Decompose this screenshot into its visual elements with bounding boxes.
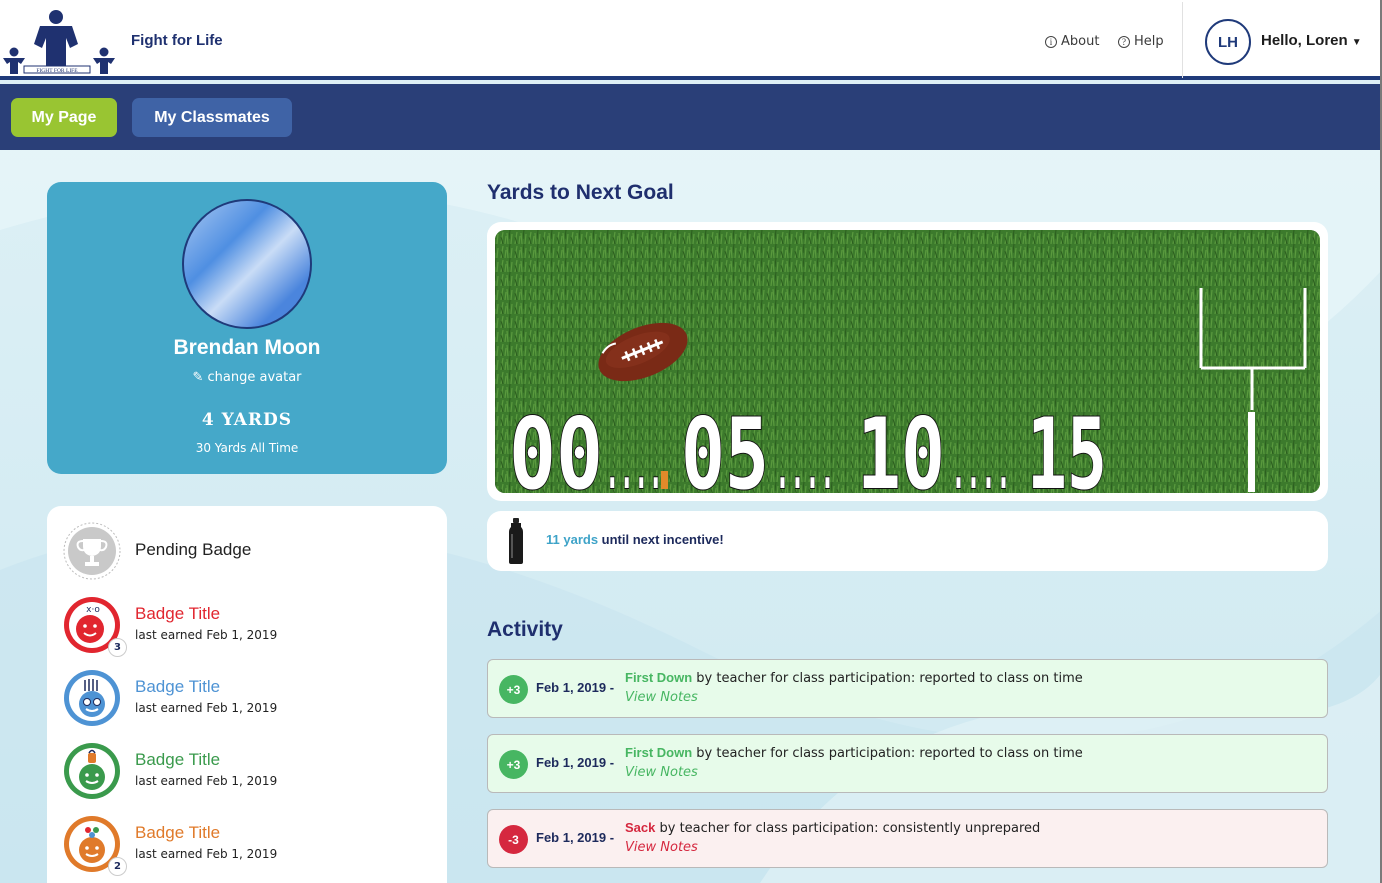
goal-heading: Yards to Next Goal [487,181,674,204]
goal-post-base [1248,412,1255,492]
pencil-icon: ✎ [192,370,204,385]
football-field: 00 .... 05 .... 10 .... 15 [495,230,1320,493]
nav-band: My Page My Classmates [0,84,1382,150]
badge-title: Badge Title [135,604,221,623]
change-avatar-label: change avatar [207,370,302,385]
fight-for-life-logo[interactable]: FIGHT FOR LIFE [0,8,122,74]
info-icon: i [1045,35,1057,48]
badge-count: 3 [108,638,127,657]
top-header: FIGHT FOR LIFE Fight for Life i About ? … [0,0,1382,80]
progress-marker [661,471,668,489]
yard-marker-15: 15 [1027,398,1107,493]
badge-title: Badge Title [135,750,221,769]
badge-row[interactable]: Badge Title last earned Feb 1, 2019 [47,669,447,731]
caret-down-icon: ▼ [1351,37,1362,48]
brand-name[interactable]: Fight for Life [131,32,223,49]
header-divider [1182,2,1183,78]
student-name: Brendan Moon [173,336,321,359]
yard-marker-05: 05 [681,398,769,493]
incentive-bar: 11 yards until next incentive! [487,511,1328,571]
help-label: Help [1134,34,1164,49]
tab-my-classmates[interactable]: My Classmates [132,98,292,137]
badge-row[interactable]: 2 Badge Title last earned Feb 1, 2019 [47,815,447,877]
view-notes-link[interactable]: View Notes [625,690,698,705]
badge-count: 2 [108,857,127,876]
user-menu[interactable]: Hello, Loren ▼ [1261,32,1362,49]
badge-last-earned: last earned Feb 1, 2019 [135,774,278,788]
pending-badge-label: Pending Badge [135,540,252,559]
svg-text:x·o: x·o [86,605,100,615]
badge-title: Badge Title [135,823,221,842]
activity-detail: by teacher for class participation: repo… [692,671,1083,686]
field-graphic: 00 .... 05 .... 10 .... 15 [495,230,1320,493]
trophy-icon [63,522,121,580]
change-avatar-link[interactable]: ✎ change avatar [47,370,447,385]
view-notes-link[interactable]: View Notes [625,765,698,780]
pending-badge-row[interactable]: Pending Badge [47,522,447,584]
activity-desc: Sack by teacher for class participation:… [625,820,1040,836]
incentive-yards: 11 yards [546,532,599,547]
activity-item[interactable]: -3 Feb 1, 2019 - Sack by teacher for cla… [487,809,1328,868]
activity-desc: First Down by teacher for class particip… [625,745,1083,761]
about-label: About [1061,34,1100,49]
svg-text:FIGHT FOR LIFE: FIGHT FOR LIFE [36,68,78,74]
activity-heading: Activity [487,618,563,641]
badge-last-earned: last earned Feb 1, 2019 [135,628,278,642]
water-bottle-icon [509,518,523,564]
badge-row[interactable]: x·o 3 Badge Title last earned Feb 1, 201… [47,596,447,658]
question-icon: ? [1118,35,1130,48]
yard-dots: .... [951,433,1011,493]
greeting-label: Hello, Loren [1261,32,1348,49]
about-link[interactable]: i About [1045,34,1099,49]
activity-date: Feb 1, 2019 - [536,755,615,770]
activity-date: Feb 1, 2019 - [536,680,615,695]
activity-kind: Sack [625,820,656,835]
help-link[interactable]: ? Help [1118,34,1164,49]
incentive-text: 11 yards until next incentive! [546,532,724,547]
activity-kind: First Down [625,745,693,760]
activity-desc: First Down by teacher for class particip… [625,670,1083,686]
view-notes-link[interactable]: View Notes [625,840,698,855]
activity-date: Feb 1, 2019 - [536,830,615,845]
tab-my-page[interactable]: My Page [11,98,117,137]
activity-item[interactable]: +3 Feb 1, 2019 - First Down by teacher f… [487,734,1328,793]
incentive-label: until next incentive! [598,532,724,547]
blue-badge-icon [64,670,120,726]
activity-detail: by teacher for class participation: cons… [655,821,1041,836]
all-time-yards: 30 Yards All Time [195,441,299,455]
badge-title: Badge Title [135,677,221,696]
points-badge: -3 [499,825,528,854]
current-yards: 4 YARDS [201,410,293,430]
activity-detail: by teacher for class participation: repo… [692,746,1083,761]
points-badge: +3 [499,675,528,704]
profile-card: Brendan Moon ✎ change avatar 4 YARDS 30 … [47,182,447,474]
user-avatar[interactable]: LH [1205,19,1251,65]
badge-row[interactable]: Badge Title last earned Feb 1, 2019 [47,742,447,804]
yard-marker-10: 10 [857,398,945,493]
badge-last-earned: last earned Feb 1, 2019 [135,701,278,715]
yard-dots: .... [605,433,663,493]
goal-field-frame: 00 .... 05 .... 10 .... 15 [487,222,1328,501]
yard-marker-00: 00 [509,398,603,493]
green-badge-icon [64,743,120,799]
activity-item[interactable]: +3 Feb 1, 2019 - First Down by teacher f… [487,659,1328,718]
badges-card: Pending Badge x·o 3 Badge Title last ear… [47,506,447,883]
badge-last-earned: last earned Feb 1, 2019 [135,847,278,861]
yard-dots: .... [775,433,835,493]
profile-avatar[interactable] [182,199,312,329]
points-badge: +3 [499,750,528,779]
activity-kind: First Down [625,670,693,685]
